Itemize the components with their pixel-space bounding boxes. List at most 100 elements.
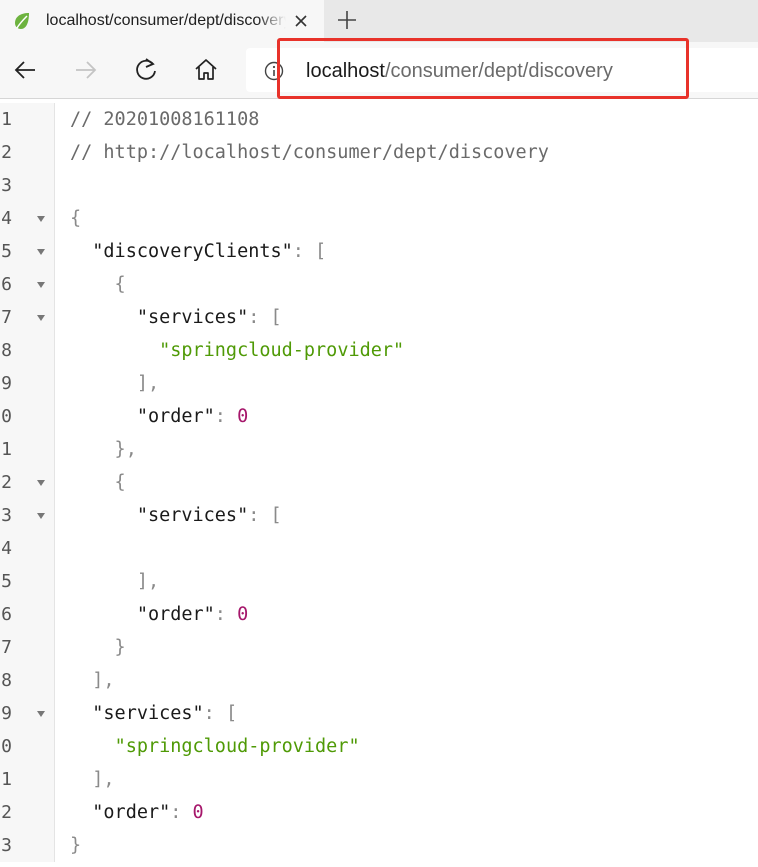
line-gutter: 12: [0, 466, 55, 499]
line-gutter: 1: [0, 103, 55, 136]
line-gutter: 4: [0, 202, 55, 235]
code-content: ],: [70, 565, 159, 598]
code-token: : [: [248, 307, 282, 328]
line-gutter: 10: [0, 400, 55, 433]
line-number: 9: [1, 373, 12, 394]
code-line: 6 {: [0, 268, 758, 301]
line-gutter: 16: [0, 598, 55, 631]
code-token: "services": [92, 703, 204, 724]
code-line: 21 ],: [0, 763, 758, 796]
line-number: 4: [1, 208, 12, 229]
code-token: "services": [136, 505, 249, 526]
code-line: 19 "services": [: [0, 697, 758, 730]
code-token: "order": [136, 604, 215, 625]
tab-title: localhost/consumer/dept/discovery: [46, 12, 286, 29]
code-line: 15 ],: [0, 565, 758, 598]
code-content: "services": [: [70, 499, 282, 532]
fold-toggle-icon[interactable]: [37, 249, 45, 255]
code-line: 17 }: [0, 631, 758, 664]
home-icon[interactable]: [192, 56, 220, 84]
code-token: :: [214, 406, 238, 427]
code-token: "springcloud-provider": [159, 340, 405, 361]
code-token: },: [70, 439, 137, 460]
line-gutter: 17: [0, 631, 55, 664]
fold-toggle-icon[interactable]: [37, 282, 45, 288]
code-line: 13 "services": [: [0, 499, 758, 532]
code-content: ],: [70, 763, 115, 796]
line-number: 11: [0, 439, 12, 460]
code-content: {: [70, 268, 126, 301]
line-number: 10: [0, 406, 12, 427]
browser-tab[interactable]: localhost/consumer/dept/discovery: [0, 0, 324, 42]
code-line: 16 "order": 0: [0, 598, 758, 631]
code-line: 5 "discoveryClients": [: [0, 235, 758, 268]
line-gutter: 23: [0, 829, 55, 862]
code-line: 23}: [0, 829, 758, 862]
code-token: "order": [136, 406, 215, 427]
fold-toggle-icon[interactable]: [37, 513, 45, 519]
line-number: 8: [1, 340, 12, 361]
line-gutter: 5: [0, 235, 55, 268]
line-gutter: 7: [0, 301, 55, 334]
code-line: 2 // http://localhost/consumer/dept/disco…: [0, 136, 758, 169]
code-content: },: [70, 433, 137, 466]
line-gutter: 13: [0, 499, 55, 532]
line-gutter: 2: [0, 136, 55, 169]
code-line: 10 "order": 0: [0, 400, 758, 433]
line-gutter: 21: [0, 763, 55, 796]
line-number: 19: [0, 703, 12, 724]
code-token: }: [70, 835, 82, 856]
fold-toggle-icon[interactable]: [37, 711, 45, 717]
code-line: 11 },: [0, 433, 758, 466]
code-content: ],: [70, 367, 159, 400]
code-token: 0: [192, 802, 204, 823]
code-content: ],: [70, 664, 115, 697]
code-token: {: [70, 472, 126, 493]
new-tab-icon[interactable]: [336, 9, 358, 31]
code-token: ],: [70, 670, 115, 691]
code-token: 0: [237, 406, 249, 427]
fold-toggle-icon[interactable]: [37, 480, 45, 486]
code-token: // 20201008161108: [70, 109, 260, 130]
code-line: 1 // 20201008161108: [0, 103, 758, 136]
code-token: : [: [203, 703, 238, 724]
code-token: "springcloud-provider": [114, 736, 360, 757]
code-token: }: [70, 637, 126, 658]
back-arrow-icon[interactable]: [11, 56, 39, 84]
fold-toggle-icon[interactable]: [37, 315, 45, 321]
line-gutter: 6: [0, 268, 55, 301]
code-token: ],: [70, 769, 115, 790]
line-gutter: 20: [0, 730, 55, 763]
line-number: 21: [0, 769, 12, 790]
line-number: 17: [0, 637, 12, 658]
code-token: 0: [237, 604, 249, 625]
line-number: 2: [1, 142, 12, 163]
code-content: "services": [: [70, 301, 282, 334]
code-token: ],: [70, 373, 160, 394]
line-number: 12: [0, 472, 12, 493]
line-number: 1: [1, 109, 12, 130]
code-content: "order": 0: [70, 400, 248, 433]
code-token: :: [214, 604, 238, 625]
json-viewer: 1 // 20201008161108 2 // http://localhost/c…: [0, 103, 758, 862]
code-line: 3: [0, 169, 758, 202]
code-content: {: [70, 202, 81, 235]
code-token: "services": [136, 307, 249, 328]
forward-arrow-icon[interactable]: [72, 56, 100, 84]
refresh-icon[interactable]: [132, 56, 160, 84]
url-highlight-annotation: [277, 38, 689, 99]
code-line: 12 {: [0, 466, 758, 499]
code-token: "order": [92, 802, 171, 823]
code-token: ],: [70, 571, 160, 592]
line-gutter: 11: [0, 433, 55, 466]
fold-toggle-icon[interactable]: [37, 216, 45, 222]
line-number: 6: [1, 274, 12, 295]
code-line: 9 ],: [0, 367, 758, 400]
code-token: : [: [248, 505, 282, 526]
close-tab-icon[interactable]: [291, 11, 311, 31]
code-line: 18 ],: [0, 664, 758, 697]
